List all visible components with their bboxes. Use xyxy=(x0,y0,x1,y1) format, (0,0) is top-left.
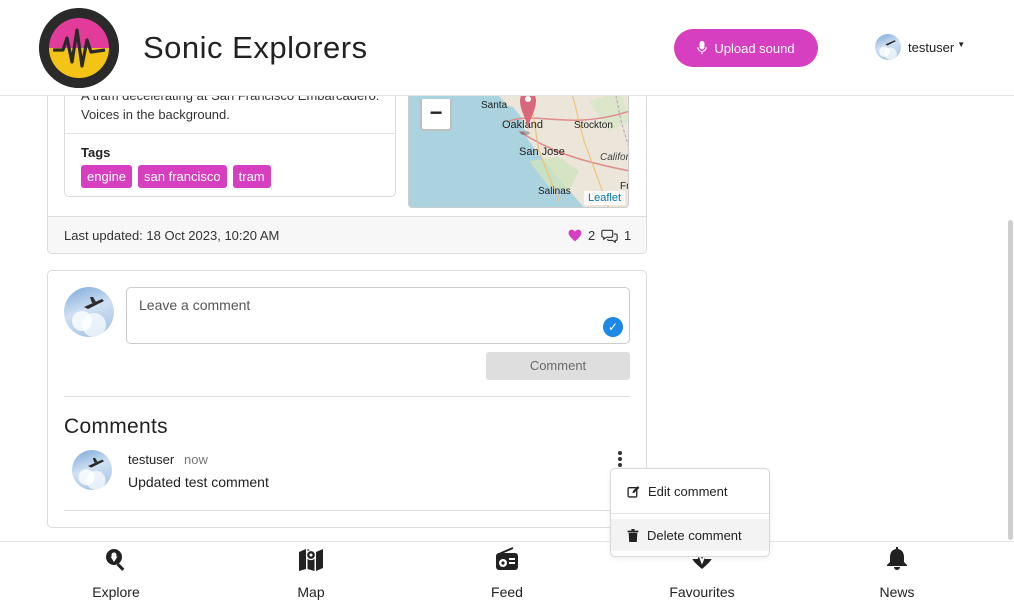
tags-label: Tags xyxy=(81,145,111,160)
comment-timestamp: now xyxy=(184,452,208,467)
top-header: Sonic Explorers Upload sound testuser ▼ xyxy=(0,0,1014,96)
edit-comment-label: Edit comment xyxy=(648,483,728,499)
edit-icon xyxy=(627,485,640,498)
map-label: Santa xyxy=(481,100,508,111)
comments-count: 1 xyxy=(624,228,632,243)
edit-comment-item[interactable]: Edit comment xyxy=(611,475,769,507)
map-label: San Jose xyxy=(519,146,565,158)
upload-sound-label: Upload sound xyxy=(714,40,795,56)
tag-list: engine san francisco tram xyxy=(81,165,271,188)
map-label: Salinas xyxy=(538,186,571,197)
comment-options-menu: Edit comment Delete comment xyxy=(610,468,770,557)
comments-icon xyxy=(601,229,618,243)
nav-feed-label: Feed xyxy=(491,584,523,600)
caret-down-icon: ▼ xyxy=(957,40,966,49)
likes-counter[interactable]: 2 xyxy=(568,228,595,243)
search-location-icon xyxy=(106,549,125,571)
comments-heading: Comments xyxy=(64,415,168,438)
user-avatar xyxy=(875,34,901,60)
nav-news-label: News xyxy=(879,584,915,600)
delete-comment-item[interactable]: Delete comment xyxy=(611,519,769,551)
map-label: Stockton xyxy=(574,120,613,131)
page-scrollbar[interactable] xyxy=(1008,220,1013,540)
last-updated-text: Last updated: 18 Oct 2023, 10:20 AM xyxy=(64,228,280,243)
username-label: testuser xyxy=(908,39,955,55)
divider xyxy=(64,396,630,397)
brand-title[interactable]: Sonic Explorers xyxy=(143,30,368,66)
divider xyxy=(64,510,630,511)
comment-input[interactable]: Leave a comment xyxy=(126,287,630,344)
tag-engine[interactable]: engine xyxy=(81,165,133,188)
divider xyxy=(611,513,769,514)
avatar xyxy=(64,287,114,337)
microphone-icon xyxy=(697,41,708,55)
nav-favourites-label: Favourites xyxy=(669,584,735,600)
upload-sound-button[interactable]: Upload sound xyxy=(674,29,818,67)
nav-news[interactable]: News xyxy=(847,546,947,600)
map-zoom-out-button[interactable]: − xyxy=(420,99,452,131)
grammar-check-icon: ✓ xyxy=(603,317,623,337)
comment-author[interactable]: testuser xyxy=(128,452,174,467)
comment-avatar xyxy=(72,450,112,490)
nav-explore[interactable]: Explore xyxy=(66,546,166,600)
comment-submit-button[interactable]: Comment xyxy=(486,352,630,380)
avatar-image xyxy=(879,40,897,60)
tag-tram[interactable]: tram xyxy=(232,165,271,188)
app-logo-image xyxy=(39,8,119,88)
leaflet-attribution-link[interactable]: Leaflet xyxy=(584,191,626,205)
comment-options-icon[interactable] xyxy=(614,449,626,469)
avatar-image xyxy=(78,458,106,490)
nav-explore-label: Explore xyxy=(92,584,140,600)
radio-icon xyxy=(496,547,518,570)
tag-san-francisco[interactable]: san francisco xyxy=(138,165,227,188)
app-logo[interactable] xyxy=(39,8,119,88)
delete-comment-label: Delete comment xyxy=(647,527,742,543)
trash-icon xyxy=(627,528,639,542)
bell-icon xyxy=(887,547,907,570)
nav-map-label: Map xyxy=(297,584,325,600)
comments-counter[interactable]: 1 xyxy=(601,228,631,243)
comment-text: Updated test comment xyxy=(128,474,269,490)
divider xyxy=(65,133,395,134)
nav-feed[interactable]: Feed xyxy=(457,546,557,600)
heart-icon xyxy=(568,229,582,242)
map-label: Califor xyxy=(600,152,629,163)
map-label: Oakland xyxy=(502,119,543,131)
likes-count: 2 xyxy=(588,228,596,243)
avatar-image xyxy=(72,297,106,337)
user-menu-toggle[interactable]: testuser ▼ xyxy=(875,34,965,60)
nav-map[interactable]: Map xyxy=(261,546,361,600)
map-icon xyxy=(299,549,323,571)
